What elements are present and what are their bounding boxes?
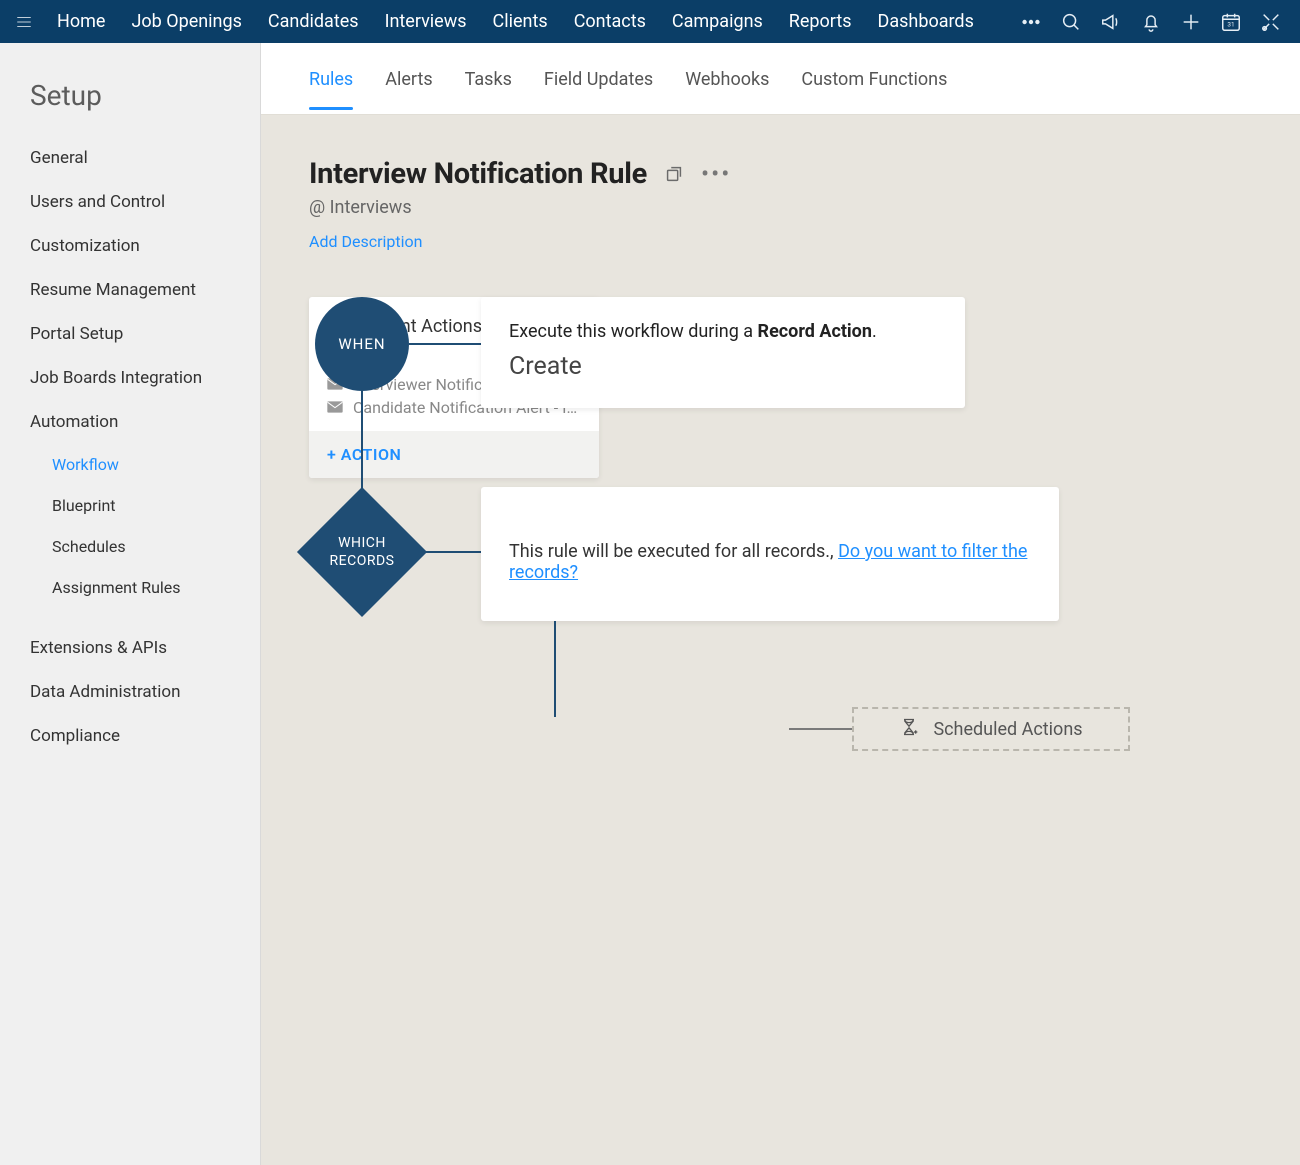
calendar-icon[interactable]: 31 bbox=[1220, 11, 1242, 33]
sidebar-item-compliance[interactable]: Compliance bbox=[0, 714, 260, 758]
nav-candidates[interactable]: Candidates bbox=[255, 0, 372, 43]
connector-line bbox=[409, 343, 481, 345]
nav-dashboards[interactable]: Dashboards bbox=[865, 0, 987, 43]
rule-module: @ Interviews bbox=[309, 197, 1252, 218]
add-action-button[interactable]: + ACTION bbox=[309, 431, 599, 478]
tools-icon[interactable] bbox=[1260, 11, 1282, 33]
sidebar-item-resume-management[interactable]: Resume Management bbox=[0, 268, 260, 312]
sidebar-item-customization[interactable]: Customization bbox=[0, 224, 260, 268]
top-nav: Home Job Openings Candidates Interviews … bbox=[0, 0, 1300, 43]
nav-home[interactable]: Home bbox=[44, 0, 118, 43]
add-description-link[interactable]: Add Description bbox=[309, 232, 1252, 251]
scheduled-actions-label: Scheduled Actions bbox=[933, 719, 1082, 740]
nav-items: Home Job Openings Candidates Interviews … bbox=[44, 0, 987, 43]
workflow-flow: WHEN Execute this workflow during a Reco… bbox=[309, 297, 1252, 997]
which-records-text: This rule will be executed for all recor… bbox=[509, 541, 1031, 583]
sidebar-item-job-boards-integration[interactable]: Job Boards Integration bbox=[0, 356, 260, 400]
more-actions-icon[interactable]: ••• bbox=[701, 162, 731, 186]
content: Interview Notification Rule ••• @ Interv… bbox=[261, 115, 1300, 1165]
nav-reports[interactable]: Reports bbox=[776, 0, 865, 43]
search-icon[interactable] bbox=[1060, 11, 1082, 33]
sidebar-item-users-control[interactable]: Users and Control bbox=[0, 180, 260, 224]
tab-webhooks[interactable]: Webhooks bbox=[685, 47, 769, 110]
nav-job-openings[interactable]: Job Openings bbox=[118, 0, 254, 43]
tab-custom-functions[interactable]: Custom Functions bbox=[801, 47, 947, 110]
when-card[interactable]: Execute this workflow during a Record Ac… bbox=[481, 297, 965, 408]
sidebar-sub-schedules[interactable]: Schedules bbox=[0, 526, 260, 567]
connector-line bbox=[417, 551, 481, 553]
sidebar-sub-assignment-rules[interactable]: Assignment Rules bbox=[0, 567, 260, 608]
when-action: Create bbox=[509, 352, 937, 381]
sidebar-item-extensions-apis[interactable]: Extensions & APIs bbox=[0, 626, 260, 670]
sidebar-item-general[interactable]: General bbox=[0, 136, 260, 180]
sidebar-title: Setup bbox=[0, 79, 260, 136]
connector-line bbox=[789, 728, 852, 730]
which-records-card[interactable]: This rule will be executed for all recor… bbox=[481, 487, 1059, 621]
sidebar-sub-blueprint[interactable]: Blueprint bbox=[0, 485, 260, 526]
sidebar: Setup General Users and Control Customiz… bbox=[0, 43, 261, 1165]
bell-icon[interactable] bbox=[1140, 11, 1162, 33]
tab-field-updates[interactable]: Field Updates bbox=[544, 47, 653, 110]
when-description: Execute this workflow during a Record Ac… bbox=[509, 321, 937, 342]
nav-right-icons: 31 bbox=[1020, 11, 1290, 33]
which-label-1: WHICH bbox=[338, 534, 386, 552]
connector-line bbox=[554, 621, 556, 717]
hourglass-icon bbox=[899, 717, 919, 742]
announce-icon[interactable] bbox=[1100, 11, 1122, 33]
when-label: WHEN bbox=[338, 335, 385, 353]
sidebar-item-automation[interactable]: Automation bbox=[0, 400, 260, 444]
main: Rules Alerts Tasks Field Updates Webhook… bbox=[261, 43, 1300, 1165]
sidebar-item-portal-setup[interactable]: Portal Setup bbox=[0, 312, 260, 356]
sidebar-item-data-administration[interactable]: Data Administration bbox=[0, 670, 260, 714]
tab-tasks[interactable]: Tasks bbox=[465, 47, 512, 110]
nav-contacts[interactable]: Contacts bbox=[561, 0, 659, 43]
scheduled-actions-button[interactable]: Scheduled Actions bbox=[852, 707, 1130, 751]
tab-alerts[interactable]: Alerts bbox=[385, 47, 432, 110]
nav-interviews[interactable]: Interviews bbox=[372, 0, 480, 43]
sidebar-sub-workflow[interactable]: Workflow bbox=[0, 444, 260, 485]
open-link-icon[interactable] bbox=[663, 163, 685, 185]
subtabs: Rules Alerts Tasks Field Updates Webhook… bbox=[261, 43, 1300, 115]
plus-icon[interactable] bbox=[1180, 11, 1202, 33]
envelope-icon bbox=[327, 398, 343, 417]
which-records-node[interactable]: WHICH RECORDS bbox=[297, 487, 427, 617]
when-node[interactable]: WHEN bbox=[315, 297, 409, 391]
tab-rules[interactable]: Rules bbox=[309, 47, 353, 110]
hamburger-icon[interactable] bbox=[10, 8, 38, 36]
which-label-2: RECORDS bbox=[330, 552, 395, 570]
rule-title: Interview Notification Rule bbox=[309, 157, 647, 191]
svg-text:31: 31 bbox=[1227, 20, 1234, 28]
nav-campaigns[interactable]: Campaigns bbox=[659, 0, 776, 43]
nav-clients[interactable]: Clients bbox=[480, 0, 561, 43]
more-icon[interactable] bbox=[1020, 11, 1042, 33]
